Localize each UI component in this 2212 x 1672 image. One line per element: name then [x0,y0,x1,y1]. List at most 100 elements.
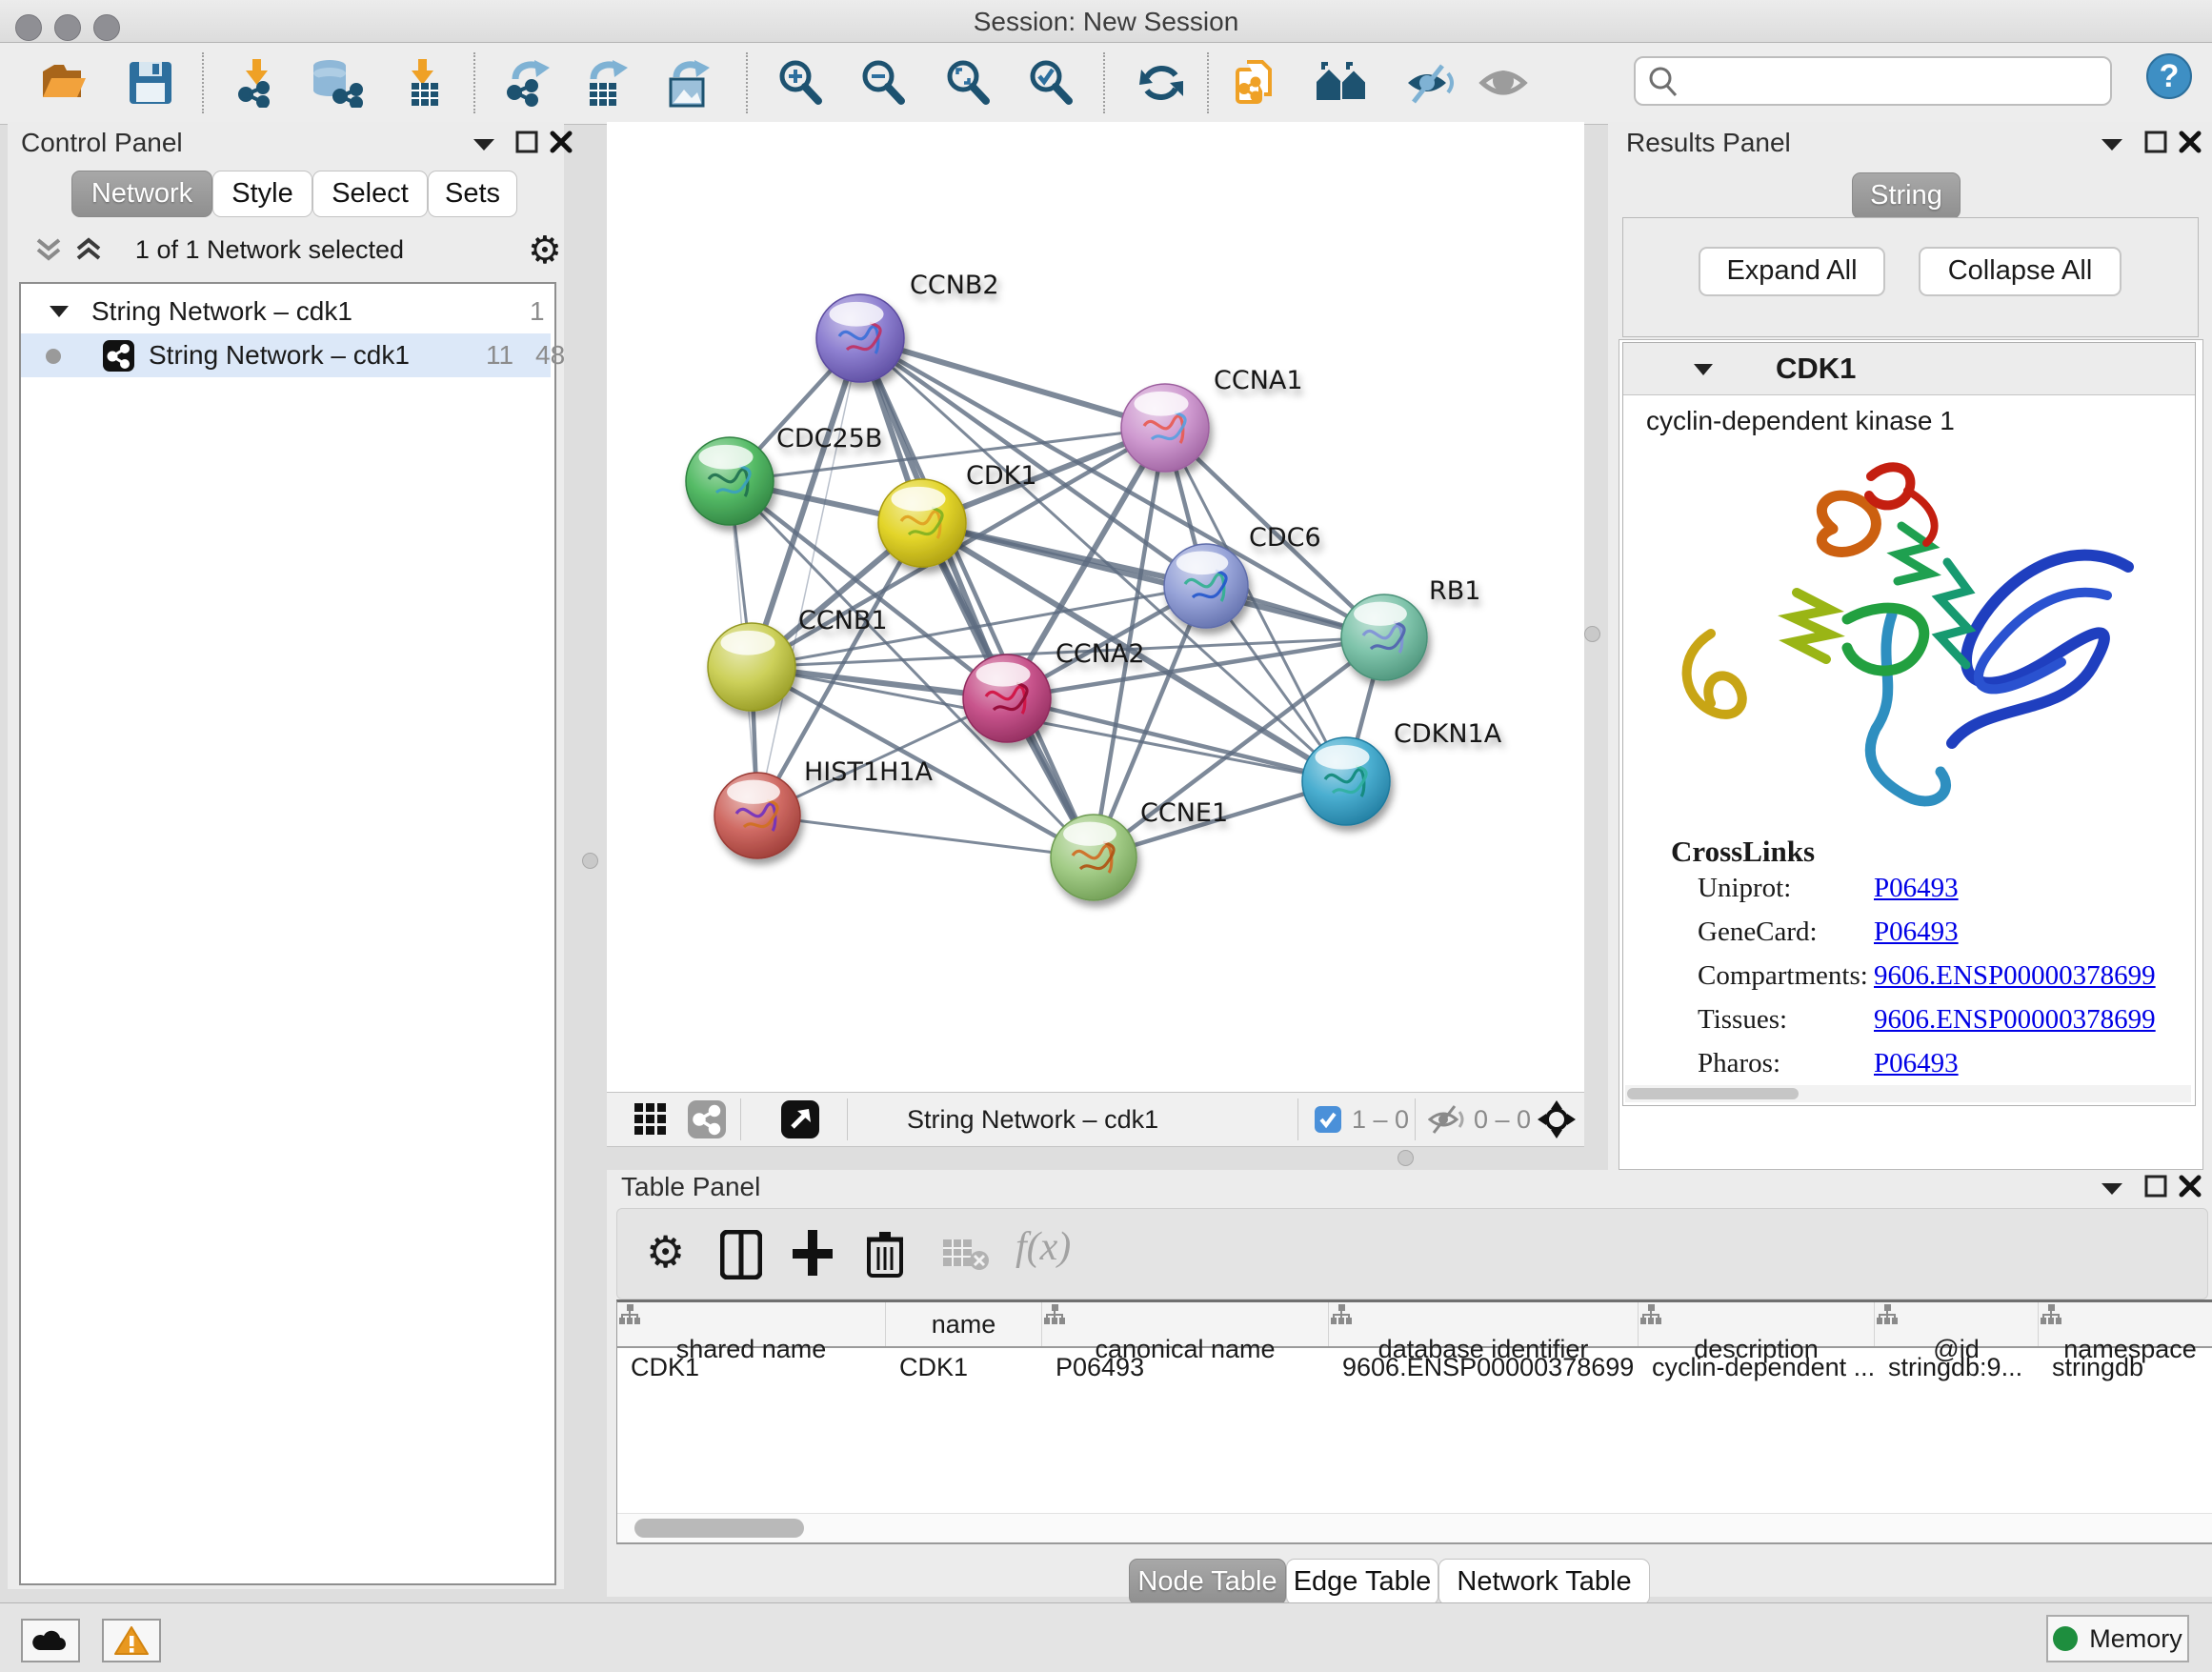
export-table-icon[interactable] [580,58,630,108]
panel-collapse-icon[interactable] [2100,1179,2124,1197]
network-canvas[interactable]: CCNB2CCNA1CDC25BCDK1CDC6RB1CCNB1CCNA2CDK… [607,122,1584,1092]
zoom-out-icon[interactable] [859,58,909,108]
panel-close-icon[interactable] [549,130,573,154]
import-network-from-database-icon[interactable] [309,58,358,108]
table-options-gear-icon[interactable]: ⚙ [646,1226,685,1278]
hide-selected-icon[interactable] [1404,58,1454,108]
protein-section-hscrollbar[interactable] [1625,1085,2191,1102]
node-table[interactable]: shared namenamecanonical namedatabase id… [616,1299,2212,1544]
export-image-icon[interactable] [663,58,713,108]
selected-checkbox-icon[interactable] [1315,1106,1341,1133]
export-network-icon[interactable] [502,58,552,108]
cloud-status-button[interactable] [21,1619,80,1662]
cell--id[interactable]: stringdb:9... [1875,1348,2038,1386]
panel-float-icon[interactable] [2143,1174,2168,1199]
network-options-gear-icon[interactable]: ⚙ [528,229,562,272]
show-all-icon[interactable] [1478,58,1528,108]
panel-float-icon[interactable] [514,130,539,154]
right-splitter-handle[interactable] [1584,626,1600,642]
zoom-in-icon[interactable] [776,58,826,108]
column-header-canonical-name[interactable]: canonical name [1042,1302,1329,1346]
tab-network-table[interactable]: Network Table [1438,1559,1650,1605]
function-builder-icon[interactable]: f(x) [1016,1224,1071,1270]
edge-CCNB2-CCNA1[interactable] [860,338,1165,428]
expand-all-networks-icon[interactable] [74,234,103,267]
add-column-icon[interactable] [791,1228,835,1278]
network-row-selected[interactable]: String Network – cdk1 11 48 [21,333,551,377]
help-icon[interactable]: ? [2145,52,2195,102]
search-input[interactable] [1685,62,2099,98]
grid-view-icon[interactable] [633,1102,668,1137]
network-node-HIST1H1A[interactable]: HIST1H1A [714,757,934,858]
search-box[interactable] [1634,56,2112,106]
column-header-name[interactable]: name [886,1302,1042,1346]
import-table-from-file-icon[interactable] [400,58,450,108]
crosslink-value-link[interactable]: 9606.ENSP00000378699 [1874,1004,2156,1036]
tab-edge-table[interactable]: Edge Table [1286,1559,1438,1605]
tab-select[interactable]: Select [312,171,428,217]
table-hscrollbar[interactable] [617,1513,2212,1542]
network-node-RB1[interactable]: RB1 [1341,576,1480,680]
cell-shared-name[interactable]: CDK1 [617,1348,885,1386]
expand-all-button[interactable]: Expand All [1699,247,1885,296]
collapse-all-networks-icon[interactable] [34,234,63,267]
column-header-namespace[interactable]: namespace [2039,1302,2212,1346]
delete-column-icon[interactable] [865,1228,905,1278]
open-session-icon[interactable] [38,58,88,108]
column-header-database-identifier[interactable]: database identifier [1329,1302,1639,1346]
network-node-CCNA1[interactable]: CCNA1 [1121,366,1303,472]
crosslink-value-link[interactable]: 9606.ENSP00000378699 [1874,960,2156,992]
section-expander-icon[interactable] [1692,361,1715,378]
crosslink-value-link[interactable]: P06493 [1874,1048,1959,1079]
cell-database-identifier[interactable]: 9606.ENSP00000378699 [1329,1348,1638,1386]
panel-close-icon[interactable] [2178,1174,2202,1199]
zoom-fit-icon[interactable] [944,58,994,108]
network-view-icon[interactable] [688,1100,726,1138]
collection-expander-icon[interactable] [48,292,70,332]
column-header-shared-name[interactable]: shared name [617,1302,886,1346]
memory-button[interactable]: Memory [2046,1615,2189,1662]
birds-eye-toggle-icon[interactable] [1538,1100,1576,1138]
protein-section-header[interactable]: CDK1 [1623,343,2195,395]
column-header--id[interactable]: @id [1875,1302,2039,1346]
bottom-splitter-handle[interactable] [1398,1150,1414,1166]
tab-string[interactable]: String [1852,172,1961,219]
duplicate-network-icon[interactable] [1234,58,1283,108]
zoom-selected-icon[interactable] [1027,58,1076,108]
cell-name[interactable]: CDK1 [886,1348,1041,1386]
tab-node-table[interactable]: Node Table [1129,1559,1286,1605]
panel-collapse-icon[interactable] [2100,135,2124,152]
delete-table-icon[interactable] [941,1236,991,1274]
network-node-CCNE1[interactable]: CCNE1 [1051,798,1228,900]
hidden-eye-icon[interactable] [1428,1104,1466,1135]
network-collection-row[interactable]: String Network – cdk1 1 [21,290,551,333]
refresh-layout-icon[interactable] [1137,58,1187,108]
panel-float-icon[interactable] [2143,130,2168,154]
panel-close-icon[interactable] [2178,130,2202,154]
edge-HIST1H1A-CCNE1[interactable] [757,816,1094,857]
edge-CCNB2-HIST1H1A[interactable] [757,338,860,816]
cell-canonical-name[interactable]: P06493 [1042,1348,1328,1386]
show-columns-icon[interactable] [720,1230,762,1279]
protein-section: CDK1 cyclin-dependent kinase 1 [1622,342,2196,1106]
import-network-from-file-icon[interactable] [234,58,284,108]
crosslink-value-link[interactable]: P06493 [1874,917,1959,948]
column-header-description[interactable]: description [1639,1302,1875,1346]
save-session-icon[interactable] [126,58,175,108]
cell-namespace[interactable]: stringdb [2039,1348,2212,1386]
scrollbar-thumb[interactable] [1627,1088,1799,1099]
network-node-CDKN1A[interactable]: CDKN1A [1302,719,1502,825]
panel-collapse-icon[interactable] [472,135,496,152]
left-splitter-handle[interactable] [582,853,598,869]
warning-status-button[interactable] [102,1619,161,1662]
cell-description[interactable]: cyclin-dependent ... [1639,1348,1874,1386]
crosslink-value-link[interactable]: P06493 [1874,873,1959,904]
scrollbar-thumb[interactable] [634,1519,804,1538]
tab-style[interactable]: Style [212,171,312,217]
crosslink-row: GeneCard:P06493 [1698,917,2174,948]
tab-network[interactable]: Network [71,171,212,217]
detach-view-icon[interactable] [781,1100,819,1138]
first-neighbors-icon[interactable] [1314,58,1363,108]
collapse-all-button[interactable]: Collapse All [1919,247,2122,296]
tab-sets[interactable]: Sets [428,171,517,217]
